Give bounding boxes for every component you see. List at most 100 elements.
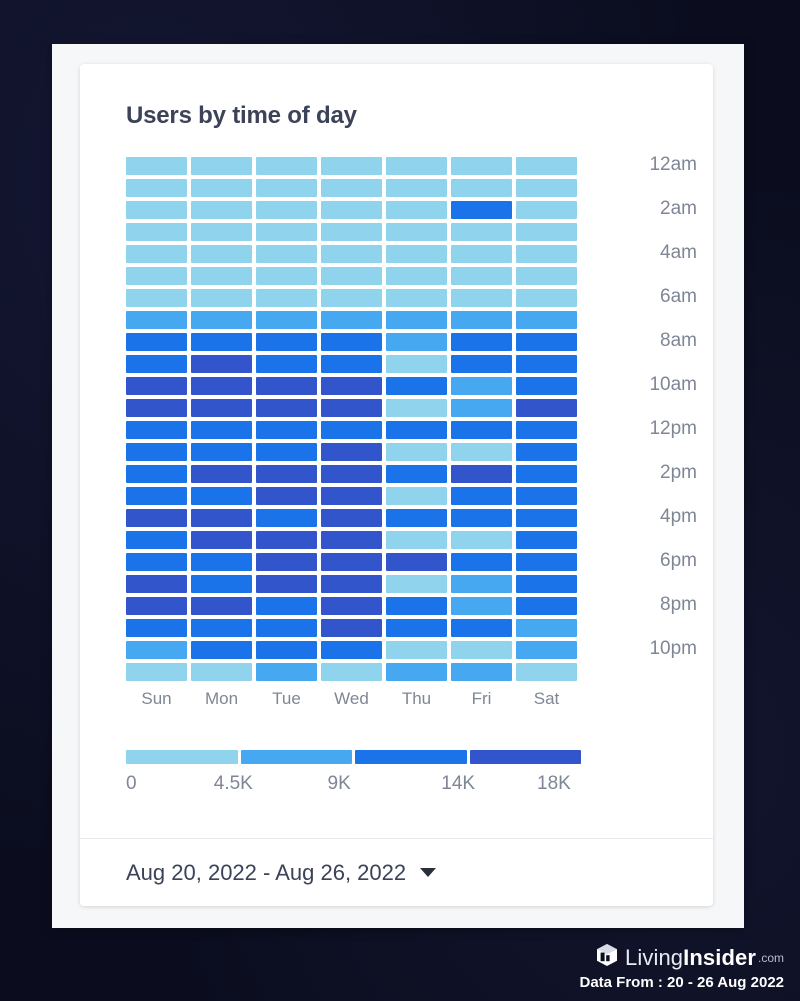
heatmap-cell[interactable]	[126, 641, 187, 659]
heatmap-cell[interactable]	[256, 223, 317, 241]
heatmap-cell[interactable]	[516, 201, 577, 219]
heatmap-cell[interactable]	[516, 663, 577, 681]
heatmap-cell[interactable]	[386, 377, 447, 395]
heatmap-cell[interactable]	[516, 355, 577, 373]
heatmap-cell[interactable]	[126, 245, 187, 263]
heatmap-cell[interactable]	[516, 333, 577, 351]
heatmap-cell[interactable]	[321, 223, 382, 241]
heatmap-cell[interactable]	[321, 245, 382, 263]
heatmap-cell[interactable]	[516, 509, 577, 527]
heatmap-cell[interactable]	[386, 531, 447, 549]
heatmap-cell[interactable]	[256, 421, 317, 439]
heatmap-cell[interactable]	[256, 597, 317, 615]
heatmap-cell[interactable]	[386, 575, 447, 593]
heatmap-cell[interactable]	[126, 311, 187, 329]
heatmap-cell[interactable]	[451, 355, 512, 373]
heatmap-cell[interactable]	[451, 179, 512, 197]
heatmap-cell[interactable]	[451, 597, 512, 615]
heatmap-cell[interactable]	[516, 553, 577, 571]
heatmap-cell[interactable]	[451, 245, 512, 263]
heatmap-cell[interactable]	[516, 289, 577, 307]
heatmap-cell[interactable]	[321, 663, 382, 681]
heatmap-cell[interactable]	[126, 399, 187, 417]
heatmap-cell[interactable]	[256, 619, 317, 637]
heatmap-cell[interactable]	[126, 531, 187, 549]
heatmap-cell[interactable]	[191, 311, 252, 329]
heatmap-cell[interactable]	[451, 289, 512, 307]
heatmap-cell[interactable]	[191, 245, 252, 263]
heatmap-cell[interactable]	[321, 443, 382, 461]
heatmap-cell[interactable]	[516, 267, 577, 285]
heatmap-cell[interactable]	[451, 421, 512, 439]
heatmap-cell[interactable]	[451, 443, 512, 461]
heatmap-cell[interactable]	[191, 201, 252, 219]
heatmap-cell[interactable]	[191, 421, 252, 439]
heatmap-cell[interactable]	[451, 487, 512, 505]
heatmap-cell[interactable]	[386, 311, 447, 329]
heatmap-cell[interactable]	[321, 531, 382, 549]
heatmap-cell[interactable]	[256, 553, 317, 571]
heatmap-cell[interactable]	[256, 663, 317, 681]
heatmap-cell[interactable]	[126, 201, 187, 219]
heatmap-cell[interactable]	[451, 311, 512, 329]
heatmap-cell[interactable]	[256, 201, 317, 219]
heatmap-cell[interactable]	[126, 223, 187, 241]
heatmap-cell[interactable]	[126, 597, 187, 615]
heatmap-cell[interactable]	[451, 531, 512, 549]
heatmap-cell[interactable]	[516, 465, 577, 483]
heatmap-cell[interactable]	[451, 333, 512, 351]
heatmap-cell[interactable]	[126, 179, 187, 197]
heatmap-cell[interactable]	[191, 663, 252, 681]
heatmap-cell[interactable]	[451, 663, 512, 681]
heatmap-cell[interactable]	[126, 487, 187, 505]
heatmap-cell[interactable]	[256, 465, 317, 483]
heatmap-cell[interactable]	[451, 619, 512, 637]
heatmap-cell[interactable]	[386, 355, 447, 373]
heatmap-cell[interactable]	[386, 399, 447, 417]
heatmap-cell[interactable]	[126, 289, 187, 307]
heatmap-cell[interactable]	[386, 641, 447, 659]
heatmap-cell[interactable]	[256, 311, 317, 329]
heatmap-cell[interactable]	[516, 641, 577, 659]
heatmap-cell[interactable]	[126, 443, 187, 461]
heatmap-cell[interactable]	[386, 487, 447, 505]
heatmap-cell[interactable]	[516, 245, 577, 263]
heatmap-cell[interactable]	[191, 553, 252, 571]
heatmap-cell[interactable]	[321, 311, 382, 329]
heatmap-cell[interactable]	[321, 553, 382, 571]
heatmap-cell[interactable]	[256, 179, 317, 197]
heatmap-cell[interactable]	[126, 267, 187, 285]
date-range-selector[interactable]: Aug 20, 2022 - Aug 26, 2022	[126, 860, 437, 886]
heatmap-cell[interactable]	[126, 663, 187, 681]
heatmap-cell[interactable]	[191, 289, 252, 307]
heatmap-cell[interactable]	[451, 641, 512, 659]
heatmap-cell[interactable]	[386, 597, 447, 615]
heatmap-cell[interactable]	[321, 333, 382, 351]
heatmap-cell[interactable]	[451, 201, 512, 219]
heatmap-cell[interactable]	[321, 355, 382, 373]
heatmap-cell[interactable]	[191, 641, 252, 659]
heatmap-cell[interactable]	[516, 531, 577, 549]
heatmap-cell[interactable]	[321, 377, 382, 395]
heatmap-cell[interactable]	[516, 443, 577, 461]
heatmap-cell[interactable]	[256, 267, 317, 285]
heatmap-cell[interactable]	[126, 157, 187, 175]
heatmap-cell[interactable]	[126, 421, 187, 439]
heatmap-cell[interactable]	[516, 575, 577, 593]
heatmap-cell[interactable]	[256, 399, 317, 417]
heatmap-cell[interactable]	[126, 619, 187, 637]
heatmap-cell[interactable]	[256, 377, 317, 395]
heatmap-cell[interactable]	[321, 421, 382, 439]
heatmap-cell[interactable]	[126, 575, 187, 593]
heatmap-cell[interactable]	[256, 641, 317, 659]
heatmap-cell[interactable]	[191, 377, 252, 395]
heatmap-cell[interactable]	[256, 575, 317, 593]
heatmap-cell[interactable]	[191, 487, 252, 505]
heatmap-cell[interactable]	[126, 333, 187, 351]
heatmap-cell[interactable]	[321, 575, 382, 593]
heatmap-cell[interactable]	[516, 487, 577, 505]
heatmap-cell[interactable]	[386, 509, 447, 527]
heatmap-cell[interactable]	[386, 245, 447, 263]
heatmap-cell[interactable]	[516, 619, 577, 637]
heatmap-cell[interactable]	[386, 201, 447, 219]
